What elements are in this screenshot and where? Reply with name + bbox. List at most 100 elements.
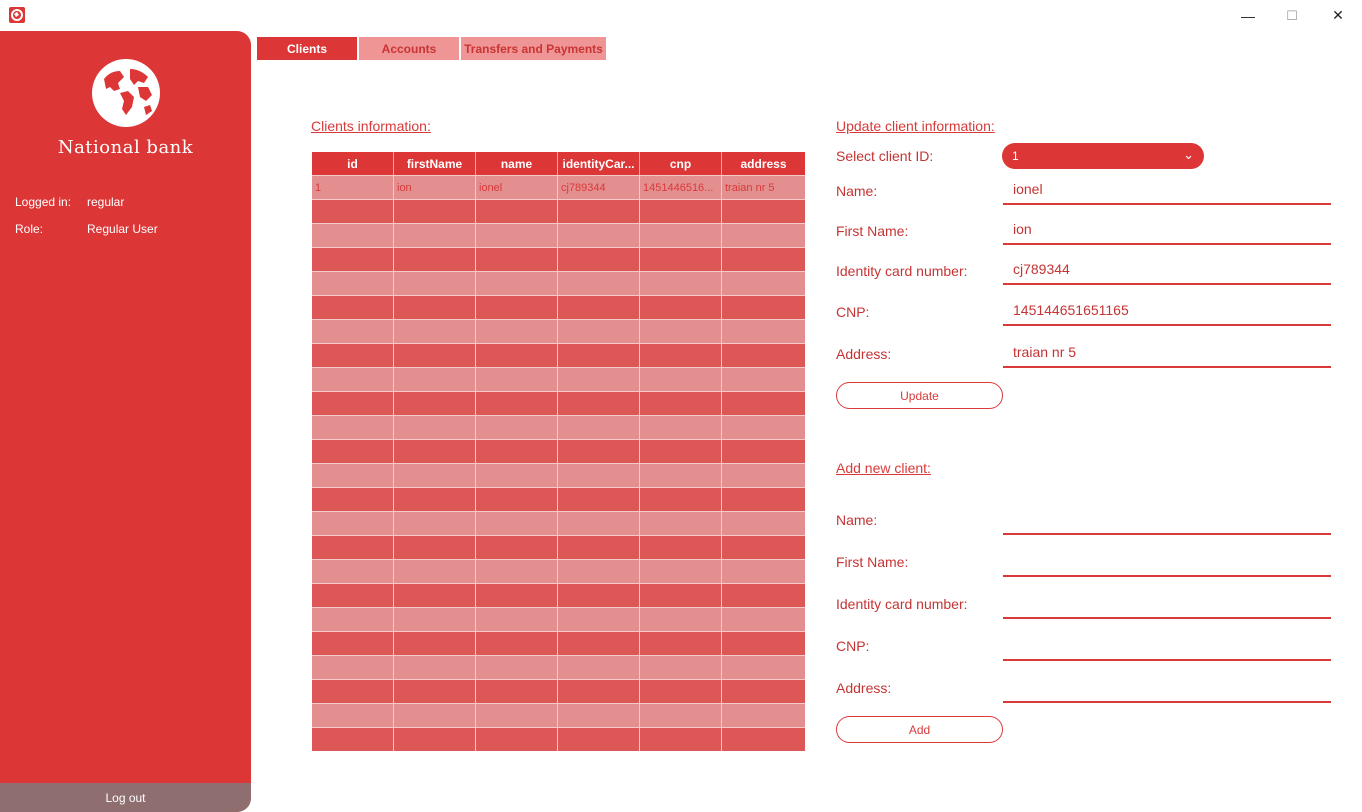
logout-button[interactable]: Log out	[0, 783, 251, 812]
table-cell-empty	[640, 271, 722, 295]
update-address-field[interactable]: traian nr 5	[1003, 338, 1331, 368]
table-cell-empty	[640, 199, 722, 223]
table-cell-empty	[558, 727, 640, 751]
table-cell: ion	[394, 175, 476, 199]
tab-transfers-payments[interactable]: Transfers and Payments	[461, 37, 606, 60]
table-row-empty[interactable]	[312, 439, 805, 463]
update-id-card-field[interactable]: cj789344	[1003, 255, 1331, 285]
column-header-id[interactable]: id	[312, 152, 394, 175]
client-id-select[interactable]: 1 ⌄	[1002, 143, 1204, 169]
table-cell-empty	[558, 271, 640, 295]
add-cnp-field[interactable]	[1003, 631, 1331, 661]
column-header-address[interactable]: address	[722, 152, 805, 175]
column-header-identity-card[interactable]: identityCar...	[558, 152, 640, 175]
table-cell-empty	[476, 199, 558, 223]
tab-accounts[interactable]: Accounts	[359, 37, 459, 60]
table-row-empty[interactable]	[312, 655, 805, 679]
table-row-empty[interactable]	[312, 583, 805, 607]
table-row-empty[interactable]	[312, 367, 805, 391]
add-name-field[interactable]	[1003, 505, 1331, 535]
column-header-name[interactable]: name	[476, 152, 558, 175]
table-row-empty[interactable]	[312, 199, 805, 223]
table-cell-empty	[394, 487, 476, 511]
table-cell-empty	[558, 631, 640, 655]
table-row-empty[interactable]	[312, 535, 805, 559]
table-cell-empty	[640, 655, 722, 679]
table-cell-empty	[722, 487, 805, 511]
table-cell-empty	[312, 487, 394, 511]
table-cell-empty	[476, 655, 558, 679]
table-cell-empty	[312, 727, 394, 751]
logged-in-label: Logged in:	[15, 195, 72, 209]
add-address-field[interactable]	[1003, 673, 1331, 703]
add-client-title: Add new client:	[836, 460, 931, 476]
update-cnp-field[interactable]: 145144651651165	[1003, 296, 1331, 326]
update-button[interactable]: Update	[836, 382, 1003, 409]
table-cell-empty	[312, 247, 394, 271]
add-id-card-label: Identity card number:	[836, 596, 968, 612]
table-cell-empty	[722, 535, 805, 559]
select-client-label: Select client ID:	[836, 148, 934, 164]
table-row-empty[interactable]	[312, 463, 805, 487]
table-row[interactable]: 1 ion ionel cj789344 1451446516... traia…	[312, 175, 805, 199]
table-row-empty[interactable]	[312, 295, 805, 319]
clients-table[interactable]: id firstName name identityCar... cnp add…	[312, 152, 805, 751]
table-cell-empty	[394, 367, 476, 391]
table-cell-empty	[722, 607, 805, 631]
table-cell-empty	[722, 463, 805, 487]
table-row-empty[interactable]	[312, 391, 805, 415]
table-cell-empty	[476, 559, 558, 583]
column-header-cnp[interactable]: cnp	[640, 152, 722, 175]
table-row-empty[interactable]	[312, 559, 805, 583]
table-row-empty[interactable]	[312, 679, 805, 703]
table-cell-empty	[312, 199, 394, 223]
table-row-empty[interactable]	[312, 727, 805, 751]
update-name-field[interactable]: ionel	[1003, 175, 1331, 205]
table-cell-empty	[312, 295, 394, 319]
bank-name: National bank	[57, 137, 194, 158]
tab-clients[interactable]: Clients	[257, 37, 357, 60]
table-cell-empty	[722, 223, 805, 247]
table-cell-empty	[476, 439, 558, 463]
table-cell-empty	[722, 439, 805, 463]
table-cell-empty	[558, 343, 640, 367]
table-cell-empty	[312, 415, 394, 439]
add-first-name-label: First Name:	[836, 554, 909, 570]
table-cell-empty	[394, 703, 476, 727]
table-row-empty[interactable]	[312, 487, 805, 511]
table-row-empty[interactable]	[312, 343, 805, 367]
table-cell: traian nr 5	[722, 175, 805, 199]
add-button[interactable]: Add	[836, 716, 1003, 743]
table-row-empty[interactable]	[312, 511, 805, 535]
table-cell-empty	[312, 439, 394, 463]
table-cell-empty	[312, 343, 394, 367]
table-cell-empty	[640, 727, 722, 751]
table-row-empty[interactable]	[312, 631, 805, 655]
minimize-button[interactable]: —	[1225, 0, 1271, 31]
chevron-down-icon: ⌄	[1183, 147, 1194, 162]
table-row-empty[interactable]	[312, 271, 805, 295]
table-cell-empty	[722, 391, 805, 415]
table-cell-empty	[640, 559, 722, 583]
close-button[interactable]: ✕	[1315, 0, 1361, 31]
clients-info-title: Clients information:	[311, 118, 431, 134]
table-cell-empty	[640, 535, 722, 559]
role-label: Role:	[15, 222, 44, 236]
table-cell-empty	[394, 415, 476, 439]
maximize-button[interactable]: ☐	[1269, 0, 1315, 31]
table-cell-empty	[476, 343, 558, 367]
table-row-empty[interactable]	[312, 247, 805, 271]
table-row-empty[interactable]	[312, 319, 805, 343]
table-cell-empty	[394, 343, 476, 367]
title-bar: — ☐ ✕	[0, 0, 1362, 31]
table-row-empty[interactable]	[312, 607, 805, 631]
table-row-empty[interactable]	[312, 703, 805, 727]
add-id-card-field[interactable]	[1003, 589, 1331, 619]
table-row-empty[interactable]	[312, 223, 805, 247]
table-cell-empty	[640, 439, 722, 463]
table-cell-empty	[476, 319, 558, 343]
column-header-firstname[interactable]: firstName	[394, 152, 476, 175]
update-first-name-field[interactable]: ion	[1003, 215, 1331, 245]
table-row-empty[interactable]	[312, 415, 805, 439]
add-first-name-field[interactable]	[1003, 547, 1331, 577]
